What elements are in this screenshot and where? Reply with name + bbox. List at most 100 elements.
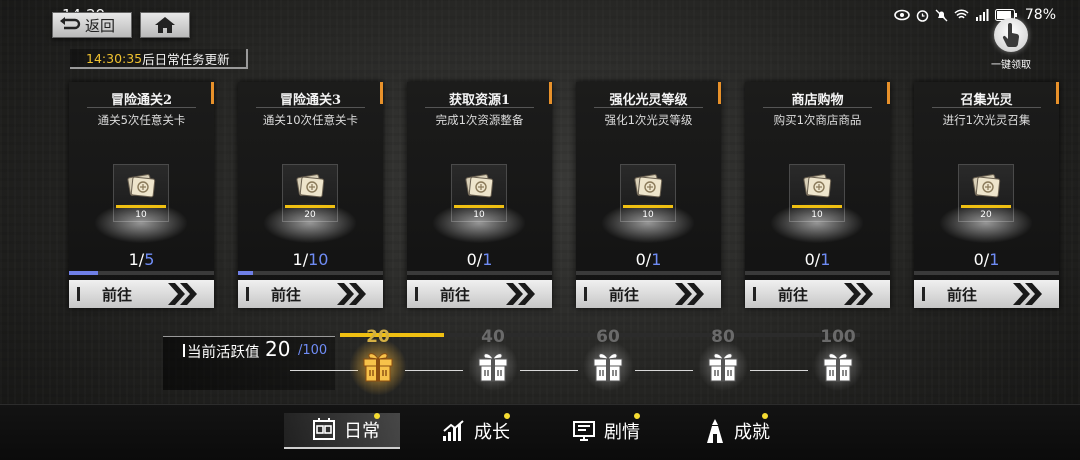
- progress-goal: 1: [651, 250, 662, 269]
- title-divider: [425, 107, 534, 108]
- activity-ticket-icon: [633, 171, 665, 205]
- milestone-chest-40[interactable]: 40: [463, 327, 523, 393]
- reward-item[interactable]: 10: [428, 164, 530, 245]
- task-card: 强化光灵等级 强化1次光灵等级 10 0/1 前往: [576, 82, 721, 308]
- reward-quantity: 10: [135, 210, 147, 220]
- reward-item[interactable]: 10: [766, 164, 868, 245]
- go-button[interactable]: 前往: [69, 280, 214, 308]
- task-title: 商店购物: [791, 93, 844, 108]
- double-chevron-icon: [335, 281, 369, 311]
- progress-current: 0: [804, 250, 815, 269]
- back-arrow-icon: [60, 17, 81, 30]
- notification-dot: [634, 413, 640, 419]
- double-chevron-icon: [166, 281, 200, 311]
- task-description: 进行1次光灵召集: [942, 113, 1031, 127]
- task-card: 商店购物 购买1次商店商品 10 0/1 前往: [745, 82, 890, 308]
- story-monitor-icon: [573, 421, 595, 441]
- alarm-icon: [916, 9, 929, 22]
- go-label: 前往: [609, 285, 640, 304]
- timer-countdown: 14:30:35: [86, 50, 143, 66]
- gift-box-icon: [693, 339, 753, 393]
- go-button[interactable]: 前往: [238, 280, 383, 308]
- progress-current: 0: [466, 250, 477, 269]
- tab-label: 剧情: [604, 422, 640, 443]
- reward-bar: [792, 205, 842, 208]
- task-progress-bar: [745, 271, 890, 275]
- bottom-tab-bar: 日常 成长 剧情 成就: [0, 404, 1080, 460]
- reward-item[interactable]: 10: [90, 164, 192, 245]
- tab-achievements[interactable]: 成就: [704, 413, 770, 449]
- reward-bar: [116, 205, 166, 208]
- task-description: 通关10次任意关卡: [262, 113, 359, 127]
- milestone-chest-100[interactable]: 100: [808, 327, 868, 393]
- milestone-chest-60[interactable]: 60: [578, 327, 638, 393]
- reward-item[interactable]: 20: [259, 164, 361, 245]
- progress-fill: [238, 271, 253, 275]
- task-progress-bar: [576, 271, 721, 275]
- task-description: 强化1次光灵等级: [604, 113, 693, 127]
- claim-all-label: 一键领取: [991, 60, 1031, 71]
- task-progress-text: 0/1: [635, 250, 662, 269]
- activity-value: 20: [265, 337, 291, 361]
- progress-goal: 1: [820, 250, 831, 269]
- reward-item[interactable]: 10: [597, 164, 699, 245]
- gift-box-icon: [346, 337, 410, 397]
- double-chevron-icon: [842, 281, 876, 311]
- go-button[interactable]: 前往: [576, 280, 721, 308]
- title-divider: [87, 107, 196, 108]
- button-tick: [77, 287, 80, 301]
- reward-quantity: 10: [473, 210, 485, 220]
- notification-dot: [504, 413, 510, 419]
- claim-all-button[interactable]: 一键领取: [986, 18, 1036, 71]
- tab-label: 成长: [474, 422, 510, 443]
- eye-icon: [894, 9, 910, 21]
- double-chevron-icon: [1011, 281, 1045, 311]
- tab-growth[interactable]: 成长: [442, 413, 510, 449]
- tab-daily[interactable]: 日常: [284, 413, 400, 449]
- gift-box-icon: [808, 339, 868, 393]
- connector-line: [635, 370, 693, 371]
- tab-story[interactable]: 剧情: [572, 413, 640, 449]
- milestone-chest-20[interactable]: 20: [346, 327, 410, 397]
- task-description: 完成1次资源整备: [435, 113, 524, 127]
- button-tick: [922, 287, 925, 301]
- reward-item[interactable]: 20: [935, 164, 1037, 245]
- activity-ticket-icon: [126, 171, 158, 205]
- back-button[interactable]: 返回: [52, 12, 132, 38]
- go-button[interactable]: 前往: [914, 280, 1059, 308]
- task-description: 购买1次商店商品: [773, 113, 862, 127]
- home-button[interactable]: [140, 12, 190, 38]
- activity-max: /100: [298, 343, 328, 358]
- task-title: 获取资源1: [448, 93, 511, 108]
- go-button[interactable]: 前往: [745, 280, 890, 308]
- activity-mark: [183, 344, 185, 357]
- title-divider: [256, 107, 365, 108]
- task-card-list: 冒险通关2 通关5次任意关卡 10 1/5 前往 冒险通关3 通关10次任意关卡…: [69, 82, 1059, 308]
- progress-current: 0: [973, 250, 984, 269]
- task-description: 通关5次任意关卡: [97, 113, 186, 127]
- task-progress-bar: [914, 271, 1059, 275]
- task-progress-bar: [69, 271, 214, 275]
- task-title: 冒险通关2: [110, 93, 173, 108]
- task-progress-bar: [407, 271, 552, 275]
- activity-ticket-icon: [971, 171, 1003, 205]
- go-button[interactable]: 前往: [407, 280, 552, 308]
- notification-dot: [374, 413, 380, 419]
- growth-chart-icon: [443, 420, 464, 441]
- task-title: 召集光灵: [960, 93, 1013, 108]
- progress-fill: [69, 271, 98, 275]
- go-label: 前往: [271, 285, 302, 304]
- go-label: 前往: [778, 285, 809, 304]
- button-tick: [415, 287, 418, 301]
- button-tick: [753, 287, 756, 301]
- progress-goal: 5: [144, 250, 155, 269]
- title-divider: [932, 107, 1041, 108]
- gift-box-icon: [463, 339, 523, 393]
- reward-quantity: 10: [811, 210, 823, 220]
- daily-calendar-icon: [313, 418, 335, 440]
- progress-goal: 1: [989, 250, 1000, 269]
- connector-line: [405, 370, 463, 371]
- task-title: 冒险通关3: [279, 93, 342, 108]
- task-progress-bar: [238, 271, 383, 275]
- milestone-chest-80[interactable]: 80: [693, 327, 753, 393]
